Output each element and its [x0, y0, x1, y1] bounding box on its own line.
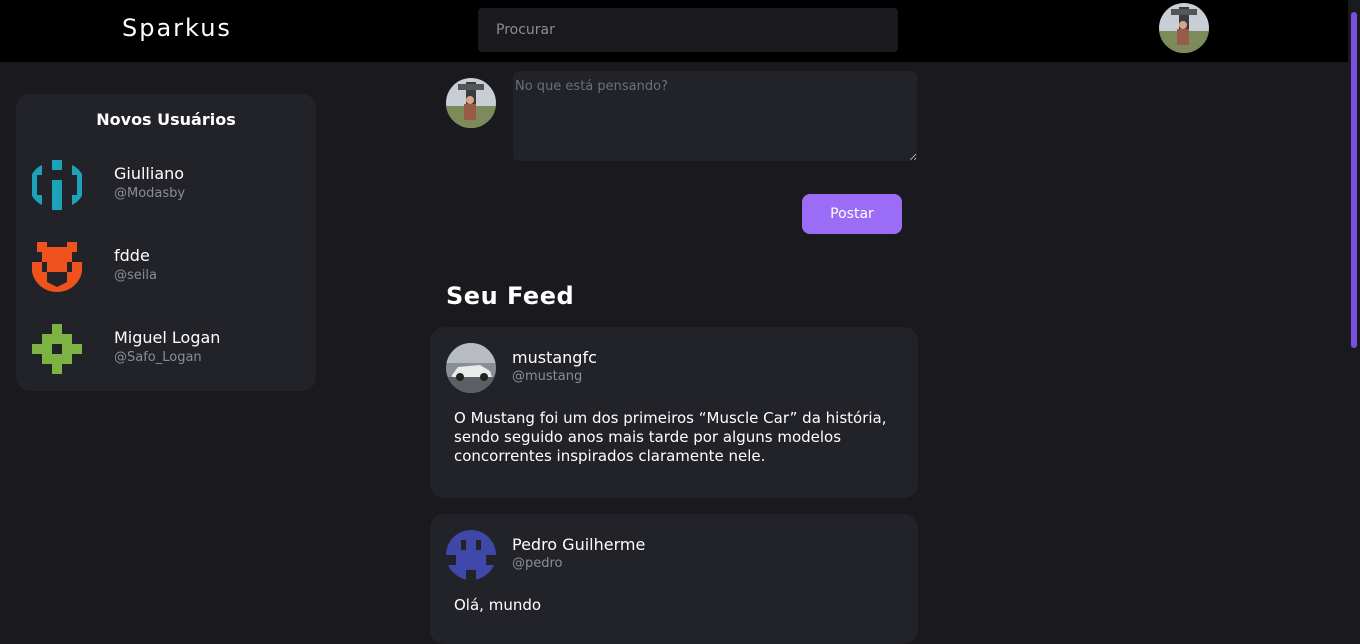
user-name: fdde: [114, 246, 150, 265]
post-author-name[interactable]: Pedro Guilherme: [512, 535, 645, 554]
user-handle: @Safo_Logan: [114, 350, 202, 365]
post-author-avatar[interactable]: [446, 343, 496, 393]
top-navbar: Sparkus: [0, 0, 1348, 62]
post-author-handle: @mustang: [512, 369, 583, 384]
user-name: Giulliano: [114, 164, 185, 183]
identicon-icon: [32, 160, 82, 210]
scrollbar-thumb[interactable]: [1351, 12, 1357, 348]
user-item[interactable]: fdde @seila: [32, 242, 302, 294]
search-input[interactable]: [478, 8, 898, 52]
user-item[interactable]: Giulliano @Modasby: [32, 160, 302, 212]
post-card: mustangfc @mustang O Mustang foi um dos …: [430, 327, 918, 498]
user-item[interactable]: Miguel Logan @Safo_Logan: [32, 324, 302, 376]
composer-avatar: [446, 78, 496, 128]
post-text: O Mustang foi um dos primeiros “Muscle C…: [454, 409, 887, 465]
new-users-panel: Novos Usuários Giulliano @Modasby fdde @…: [16, 94, 316, 391]
post-button[interactable]: Postar: [802, 194, 902, 234]
car-photo-icon: [446, 343, 496, 393]
identicon-icon: [32, 324, 82, 374]
post-author-name[interactable]: mustangfc: [512, 348, 597, 367]
post-composer-input[interactable]: [513, 71, 917, 161]
user-handle: @Modasby: [114, 186, 186, 201]
post-text: Olá, mundo: [454, 596, 542, 614]
post-author-avatar[interactable]: [446, 530, 496, 580]
post-card: Pedro Guilherme @pedro Olá, mundo: [430, 514, 918, 644]
page-scrollbar[interactable]: [1348, 0, 1360, 619]
panel-title: Novos Usuários: [96, 110, 236, 129]
brand-logo[interactable]: Sparkus: [122, 14, 232, 42]
identicon-icon: [32, 242, 82, 292]
user-name: Miguel Logan: [114, 328, 221, 347]
profile-photo-icon: [1159, 3, 1209, 53]
profile-photo-icon: [446, 78, 496, 128]
identicon-icon: [446, 530, 496, 580]
user-handle: @seila: [114, 268, 157, 283]
feed-title: Seu Feed: [446, 282, 575, 310]
profile-avatar[interactable]: [1159, 3, 1209, 53]
post-author-handle: @pedro: [512, 556, 563, 571]
